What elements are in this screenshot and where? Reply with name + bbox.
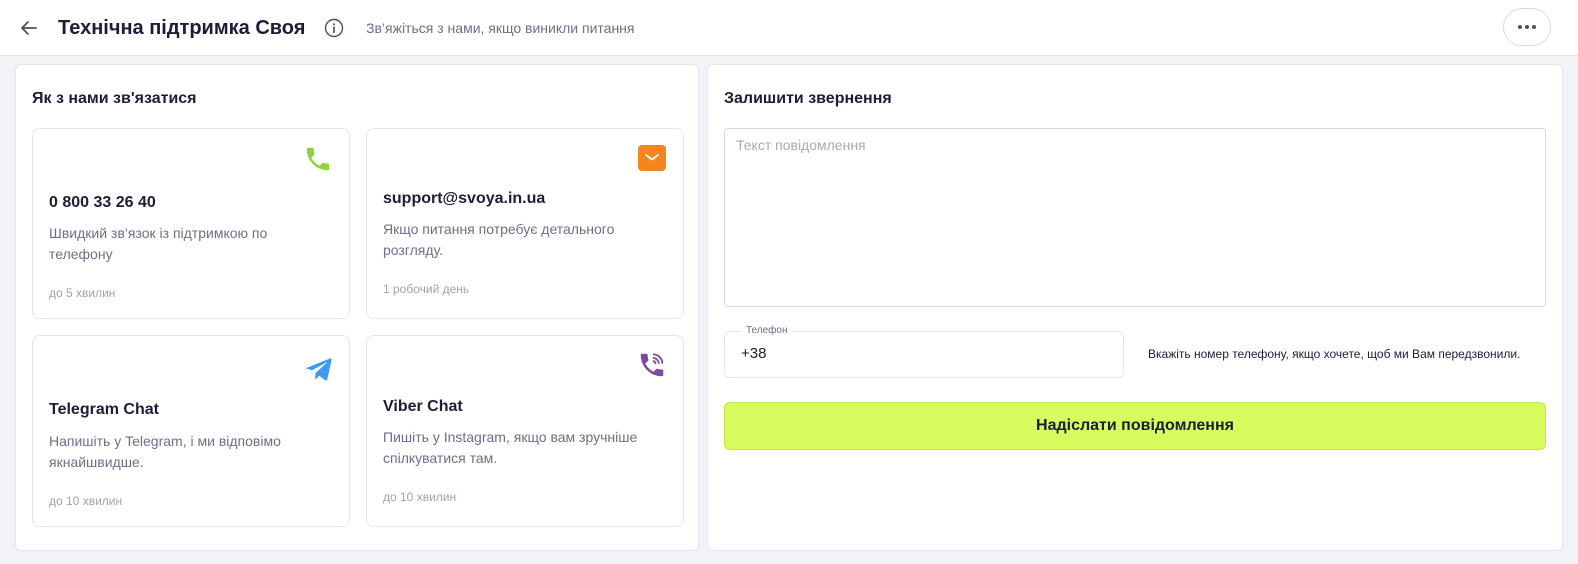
phone-icon: [302, 143, 334, 175]
top-header: Технічна підтримка Своя Зв’яжіться з нам…: [0, 0, 1578, 56]
phone-hint: Вкажіть номер телефону, якщо хочете, щоб…: [1148, 347, 1521, 361]
form-title: Залишити звернення: [724, 90, 892, 107]
card-description: Напишіть у Telegram, і ми відповімо якна…: [49, 433, 281, 470]
phone-field: Телефон: [724, 325, 1124, 378]
card-description: Якщо питання потребує детального розгляд…: [383, 221, 615, 258]
contact-card-viber[interactable]: Viber Chat Пишіть у Instagram, якщо вам …: [366, 335, 684, 527]
phone-number: 0 800 33 26 40: [49, 194, 156, 211]
page-title: Технічна підтримка Своя: [58, 17, 306, 39]
telegram-title: Telegram Chat: [49, 401, 159, 418]
phone-input[interactable]: [741, 345, 1111, 362]
phone-label: Телефон: [741, 325, 793, 336]
info-circle-icon: [324, 18, 344, 38]
more-options-button[interactable]: [1503, 8, 1551, 46]
card-description: Швидкий зв’язок із підтримкою по телефон…: [49, 225, 268, 262]
contact-card-phone[interactable]: 0 800 33 26 40 Швидкий зв’язок із підтри…: [32, 128, 350, 319]
card-response-time: до 10 хвилин: [49, 494, 123, 508]
back-button[interactable]: [18, 17, 40, 39]
telegram-icon: [302, 353, 334, 385]
info-button[interactable]: [323, 17, 345, 39]
card-response-time: 1 робочий день: [383, 282, 470, 296]
ellipsis-icon: [1518, 25, 1536, 29]
page-subtitle: Зв’яжіться з нами, якщо виникли питання: [366, 20, 635, 36]
contact-card-telegram[interactable]: Telegram Chat Напишіть у Telegram, і ми …: [32, 335, 350, 527]
card-response-time: до 10 хвилин: [383, 490, 457, 504]
mail-icon: [636, 142, 668, 174]
contacts-panel: Як з нами зв'язатися 0 800 33 26 40 Швид…: [15, 64, 699, 551]
viber-title: Viber Chat: [383, 398, 463, 415]
card-description: Пишіть у Instagram, якщо вам зручніше сп…: [383, 429, 638, 466]
support-email: support@svoya.in.ua: [383, 190, 546, 207]
contacts-title: Як з нами зв'язатися: [32, 90, 197, 107]
arrow-left-icon: [21, 21, 37, 35]
request-form-panel: Залишити звернення Телефон Вкажіть номер…: [707, 64, 1563, 551]
viber-icon: [636, 349, 668, 381]
card-response-time: до 5 хвилин: [49, 286, 116, 300]
send-message-button[interactable]: Надіслати повідомлення: [724, 402, 1546, 450]
contact-card-email[interactable]: support@svoya.in.ua Якщо питання потребу…: [366, 128, 684, 319]
message-textarea[interactable]: [724, 128, 1546, 307]
